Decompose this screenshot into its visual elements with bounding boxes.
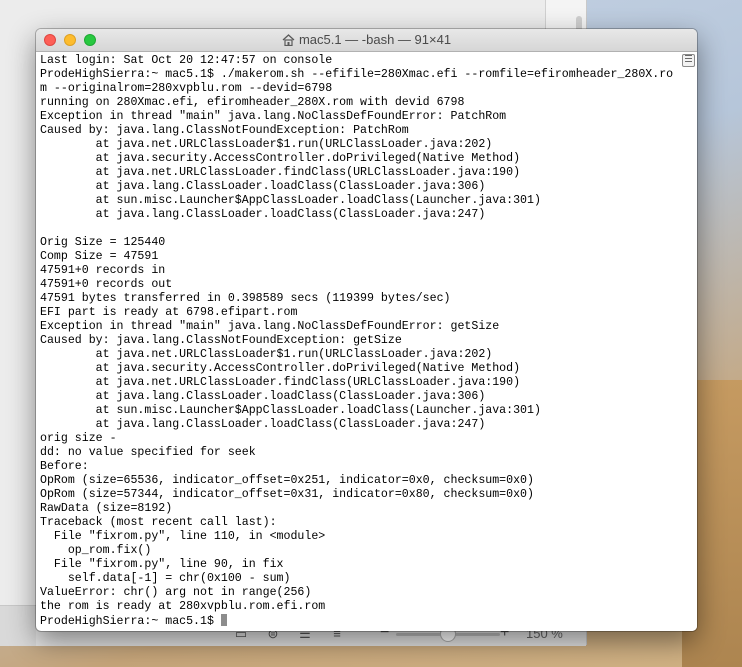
terminal-line: 47591+0 records out [40,278,173,291]
prompt-line[interactable]: ProdeHighSierra:~ mac5.1$ [40,614,681,628]
title-bar[interactable]: mac5.1 — -bash — 91×41 [36,29,697,52]
terminal-line: Caused by: java.lang.ClassNotFoundExcept… [40,334,402,347]
terminal-line: at java.net.URLClassLoader.findClass(URL… [40,376,521,389]
terminal-line: at java.lang.ClassLoader.loadClass(Class… [40,208,486,221]
terminal-line: EFI part is ready at 6798.efipart.rom [40,306,298,319]
terminal-line: at java.security.AccessController.doPriv… [40,362,521,375]
terminal-output[interactable]: Last login: Sat Oct 20 12:47:57 on conso… [36,52,681,631]
shell-prompt: ProdeHighSierra:~ mac5.1$ [40,615,221,628]
terminal-line: running on 280Xmac.efi, efiromheader_280… [40,96,465,109]
terminal-line: OpRom (size=65536, indicator_offset=0x25… [40,474,534,487]
terminal-line: dd: no value specified for seek [40,446,256,459]
terminal-line: Orig Size = 125440 [40,236,166,249]
terminal-line: at java.net.URLClassLoader.findClass(URL… [40,166,521,179]
terminal-line: Exception in thread "main" java.lang.NoC… [40,110,507,123]
terminal-line: Last login: Sat Oct 20 12:47:57 on conso… [40,54,333,67]
terminal-line: OpRom (size=57344, indicator_offset=0x31… [40,488,534,501]
terminal-line: at sun.misc.Launcher$AppClassLoader.load… [40,404,541,417]
terminal-line: 47591 bytes transferred in 0.398589 secs… [40,292,451,305]
home-folder-icon [282,34,295,49]
terminal-line: RawData (size=8192) [40,502,173,515]
terminal-line: orig size - [40,432,117,445]
terminal-line: at java.net.URLClassLoader$1.run(URLClas… [40,138,493,151]
window-title: mac5.1 — -bash — 91×41 [36,32,697,49]
terminal-line: ValueError: chr() arg not in range(256) [40,586,312,599]
terminal-line: File "fixrom.py", line 110, in <module> [40,530,326,543]
terminal-window[interactable]: mac5.1 — -bash — 91×41 Last login: Sat O… [36,29,697,631]
text-cursor [220,614,227,626]
terminal-line: Caused by: java.lang.ClassNotFoundExcept… [40,124,409,137]
terminal-line: at java.lang.ClassLoader.loadClass(Class… [40,390,486,403]
terminal-line: at java.lang.ClassLoader.loadClass(Class… [40,418,486,431]
terminal-line: self.data[-1] = chr(0x100 - sum) [40,572,291,585]
window-title-text: mac5.1 — -bash — 91×41 [298,32,452,47]
terminal-line: op_rom.fix() [40,544,152,557]
terminal-scroll-area[interactable] [681,52,697,631]
marks-icon[interactable] [682,54,695,67]
terminal-line: 47591+0 records in [40,264,166,277]
terminal-line: at java.lang.ClassLoader.loadClass(Class… [40,180,486,193]
terminal-line: at sun.misc.Launcher$AppClassLoader.load… [40,194,541,207]
terminal-line: File "fixrom.py", line 90, in fix [40,558,284,571]
terminal-line: the rom is ready at 280xvpblu.rom.efi.ro… [40,600,326,613]
terminal-line: Exception in thread "main" java.lang.NoC… [40,320,500,333]
terminal-line: at java.security.AccessController.doPriv… [40,152,521,165]
terminal-line: at java.net.URLClassLoader$1.run(URLClas… [40,348,493,361]
terminal-line: Traceback (most recent call last): [40,516,277,529]
terminal-line: Comp Size = 47591 [40,250,159,263]
terminal-line: Before: [40,460,89,473]
toolbar-left-area [0,606,36,646]
terminal-line: m --originalrom=280xvpblu.rom --devid=67… [40,82,333,95]
terminal-line: ProdeHighSierra:~ mac5.1$ ./makerom.sh -… [40,68,674,81]
